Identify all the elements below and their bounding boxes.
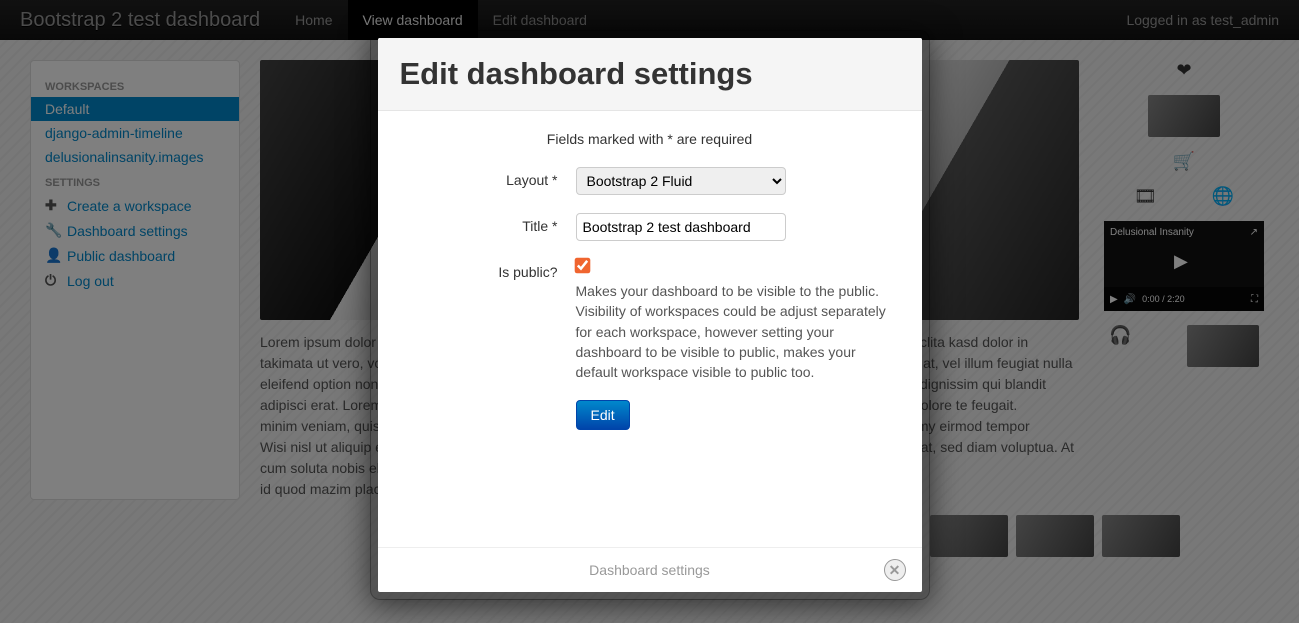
modal-header: Edit dashboard settings — [378, 38, 922, 111]
layout-row: Layout * Bootstrap 2 Fluid — [406, 167, 894, 195]
layout-label: Layout * — [406, 167, 576, 195]
title-row: Title * — [406, 213, 894, 241]
title-label: Title * — [406, 213, 576, 241]
edit-button[interactable]: Edit — [576, 400, 630, 430]
modal-body: Fields marked with * are required Layout… — [378, 111, 922, 547]
public-row: Is public? Makes your dashboard to be vi… — [406, 259, 894, 382]
public-checkbox[interactable] — [574, 258, 590, 274]
title-input[interactable] — [576, 213, 786, 241]
modal-footer: Dashboard settings ✕ — [378, 547, 922, 592]
footer-title: Dashboard settings — [589, 562, 710, 578]
public-help-text: Makes your dashboard to be visible to th… — [576, 281, 894, 382]
required-note: Fields marked with * are required — [406, 131, 894, 147]
modal-title: Edit dashboard settings — [400, 56, 900, 92]
submit-row: Edit — [406, 400, 894, 430]
layout-select[interactable]: Bootstrap 2 Fluid — [576, 167, 786, 195]
edit-settings-modal: Edit dashboard settings Fields marked wi… — [370, 30, 930, 600]
close-icon[interactable]: ✕ — [884, 559, 906, 581]
modal-overlay[interactable]: Edit dashboard settings Fields marked wi… — [0, 0, 1299, 623]
public-label: Is public? — [406, 259, 576, 382]
